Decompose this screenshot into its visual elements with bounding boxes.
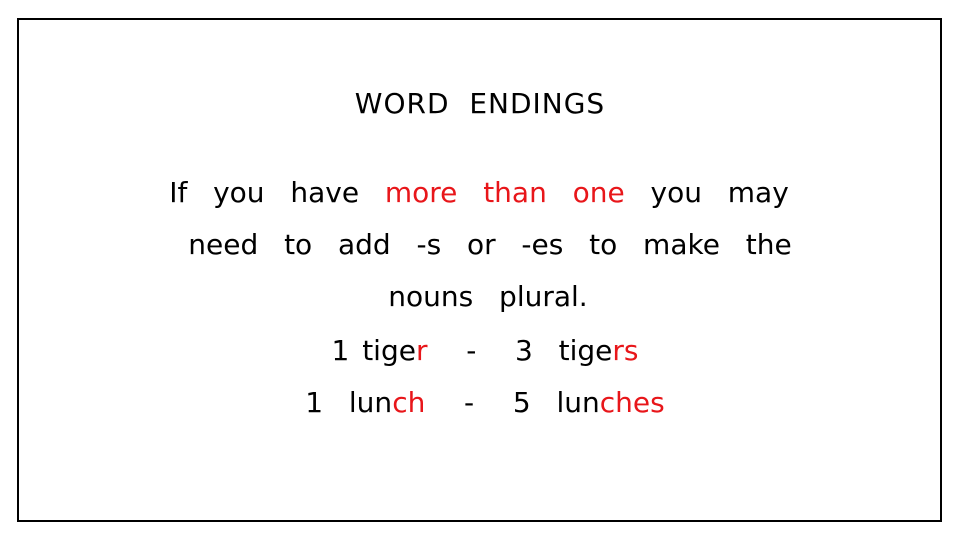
line1-text-before: If you have (169, 176, 385, 209)
singular-count: 1 (305, 386, 324, 419)
example-row-tiger: 1 tiger - 3 tigers (5, 334, 960, 367)
plural-count: 5 (512, 386, 531, 419)
line1-highlight: more than one (384, 176, 625, 209)
paragraph-line-2: need to add -s or -es to make the (188, 228, 792, 261)
example-separator: - (466, 334, 477, 367)
plural-count: 3 (515, 334, 533, 367)
paragraph-line-3: nouns plural. (388, 280, 588, 313)
singular-count: 1 (331, 334, 350, 367)
plural-stem: tige (558, 334, 613, 367)
example-separator: - (464, 386, 475, 419)
singular-ending: r (415, 334, 428, 367)
slide-title: WORD ENDINGS (354, 87, 606, 120)
plural-ending: rs (612, 334, 639, 367)
plural-stem: lun (556, 386, 600, 419)
singular-stem: tige (362, 334, 416, 367)
singular-stem: lun (348, 386, 393, 419)
line1-text-after: you may (624, 176, 789, 209)
example-row-lunch: 1 lunch - 5 lunches (5, 386, 960, 419)
singular-ending: ch (392, 386, 426, 419)
plural-ending: ches (599, 386, 665, 419)
paragraph-line-1: If you have more than one you may (0, 176, 959, 209)
